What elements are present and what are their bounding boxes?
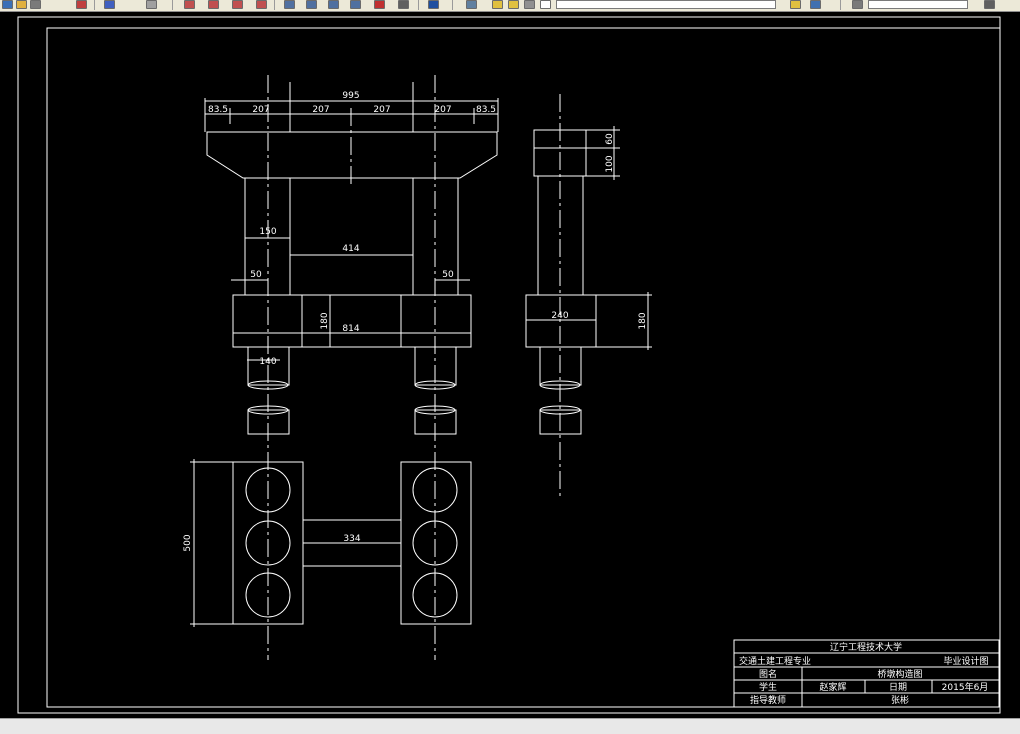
- drawing-svg: 995 83.5 207 207 207 207 83.5 150 414 50…: [17, 16, 1001, 714]
- layer-state-icon[interactable]: [790, 0, 801, 9]
- inner-border: [46, 27, 1001, 708]
- dim-plan-length: 500: [183, 534, 193, 551]
- dimension-labels: 995 83.5 207 207 207 207 83.5 150 414 50…: [183, 91, 648, 552]
- color-dropdown[interactable]: [868, 0, 968, 9]
- dim-top-5: 207: [434, 105, 451, 115]
- toolbar-separator: [172, 0, 173, 10]
- layer-lock-icon[interactable]: [524, 0, 535, 9]
- new-icon[interactable]: [2, 0, 13, 9]
- tb-major: 交通土建工程专业: [739, 655, 811, 667]
- tool-palette-icon[interactable]: [328, 0, 339, 9]
- print-icon[interactable]: [30, 0, 41, 9]
- dim-top-2: 207: [252, 105, 269, 115]
- dim-column-width: 150: [259, 227, 276, 237]
- tb-date: 2015年6月: [942, 681, 989, 693]
- dim-overall-width: 995: [342, 91, 359, 101]
- front-view: [204, 75, 499, 660]
- tb-design-type: 毕业设计图: [943, 655, 988, 667]
- zoom-extents-icon[interactable]: [256, 0, 267, 9]
- properties-icon[interactable]: [284, 0, 295, 9]
- cut-icon[interactable]: [76, 0, 87, 9]
- help-icon[interactable]: [428, 0, 439, 9]
- dim-top-4: 207: [373, 105, 390, 115]
- design-center-icon[interactable]: [306, 0, 317, 9]
- dim-side-beam-width: 240: [551, 311, 568, 321]
- dim-cap-height-a: 100: [605, 155, 615, 172]
- tb-university: 辽宁工程技术大学: [830, 641, 902, 653]
- dim-pile-dia: 140: [259, 357, 276, 367]
- sheet-set-icon[interactable]: [350, 0, 361, 9]
- tb-advisor-label: 指导教师: [750, 694, 786, 706]
- layer-light-icon[interactable]: [492, 0, 503, 9]
- tb-drawing-name: 桥墩构造图: [877, 668, 922, 680]
- dim-top-3: 207: [312, 105, 329, 115]
- match-layer-icon[interactable]: [852, 0, 863, 9]
- plan-view: [190, 459, 472, 627]
- open-icon[interactable]: [16, 0, 27, 9]
- markup-icon[interactable]: [374, 0, 385, 9]
- title-block: 辽宁工程技术大学 交通土建工程专业 毕业设计图 图名 桥墩构造图 学生 赵家辉 …: [733, 639, 1000, 708]
- zoom-window-icon[interactable]: [208, 0, 219, 9]
- dim-column-spacing: 414: [342, 244, 359, 254]
- plot-icon[interactable]: [984, 0, 995, 9]
- layer-sun-icon[interactable]: [508, 0, 519, 9]
- tb-student-label: 学生: [759, 681, 777, 693]
- dim-beam-height: 180: [320, 312, 330, 329]
- tb-drawing-name-label: 图名: [759, 668, 777, 680]
- zoom-previous-icon[interactable]: [232, 0, 243, 9]
- cap-beam: [206, 131, 498, 179]
- pile-cap-right: [400, 461, 472, 625]
- toolbar-separator: [452, 0, 453, 10]
- standard-toolbar: [0, 0, 1020, 12]
- status-bar: [0, 718, 1020, 734]
- toolbar-separator: [840, 0, 841, 10]
- tb-date-label: 日期: [889, 682, 907, 693]
- zoom-realtime-icon[interactable]: [184, 0, 195, 9]
- layer-previous-icon[interactable]: [810, 0, 821, 9]
- side-view: [525, 94, 652, 500]
- outer-border: [17, 16, 1001, 714]
- eraser-icon[interactable]: [146, 0, 157, 9]
- calculator-icon[interactable]: [398, 0, 409, 9]
- drawing-canvas[interactable]: 995 83.5 207 207 207 207 83.5 150 414 50…: [0, 12, 1020, 718]
- tie-beam-side: [525, 294, 597, 348]
- toolbar-separator: [418, 0, 419, 10]
- toolbar-separator: [94, 0, 95, 10]
- tb-student: 赵家辉: [819, 681, 846, 693]
- layer-manager-icon[interactable]: [466, 0, 477, 9]
- dim-top-1: 83.5: [208, 105, 228, 115]
- layer-color-icon[interactable]: [540, 0, 551, 9]
- dim-offset-right: 50: [442, 270, 454, 280]
- tb-advisor: 张彬: [891, 694, 909, 706]
- toolbar-separator: [274, 0, 275, 10]
- dim-side-beam-height: 180: [638, 312, 648, 329]
- dim-top-6: 83.5: [476, 105, 496, 115]
- match-properties-icon[interactable]: [104, 0, 115, 9]
- dim-cap-height-b: 60: [605, 133, 615, 145]
- dim-tie-spacing: 334: [343, 534, 360, 544]
- layer-dropdown[interactable]: [556, 0, 776, 9]
- dim-beam-length: 814: [342, 324, 359, 334]
- dim-offset-left: 50: [250, 270, 262, 280]
